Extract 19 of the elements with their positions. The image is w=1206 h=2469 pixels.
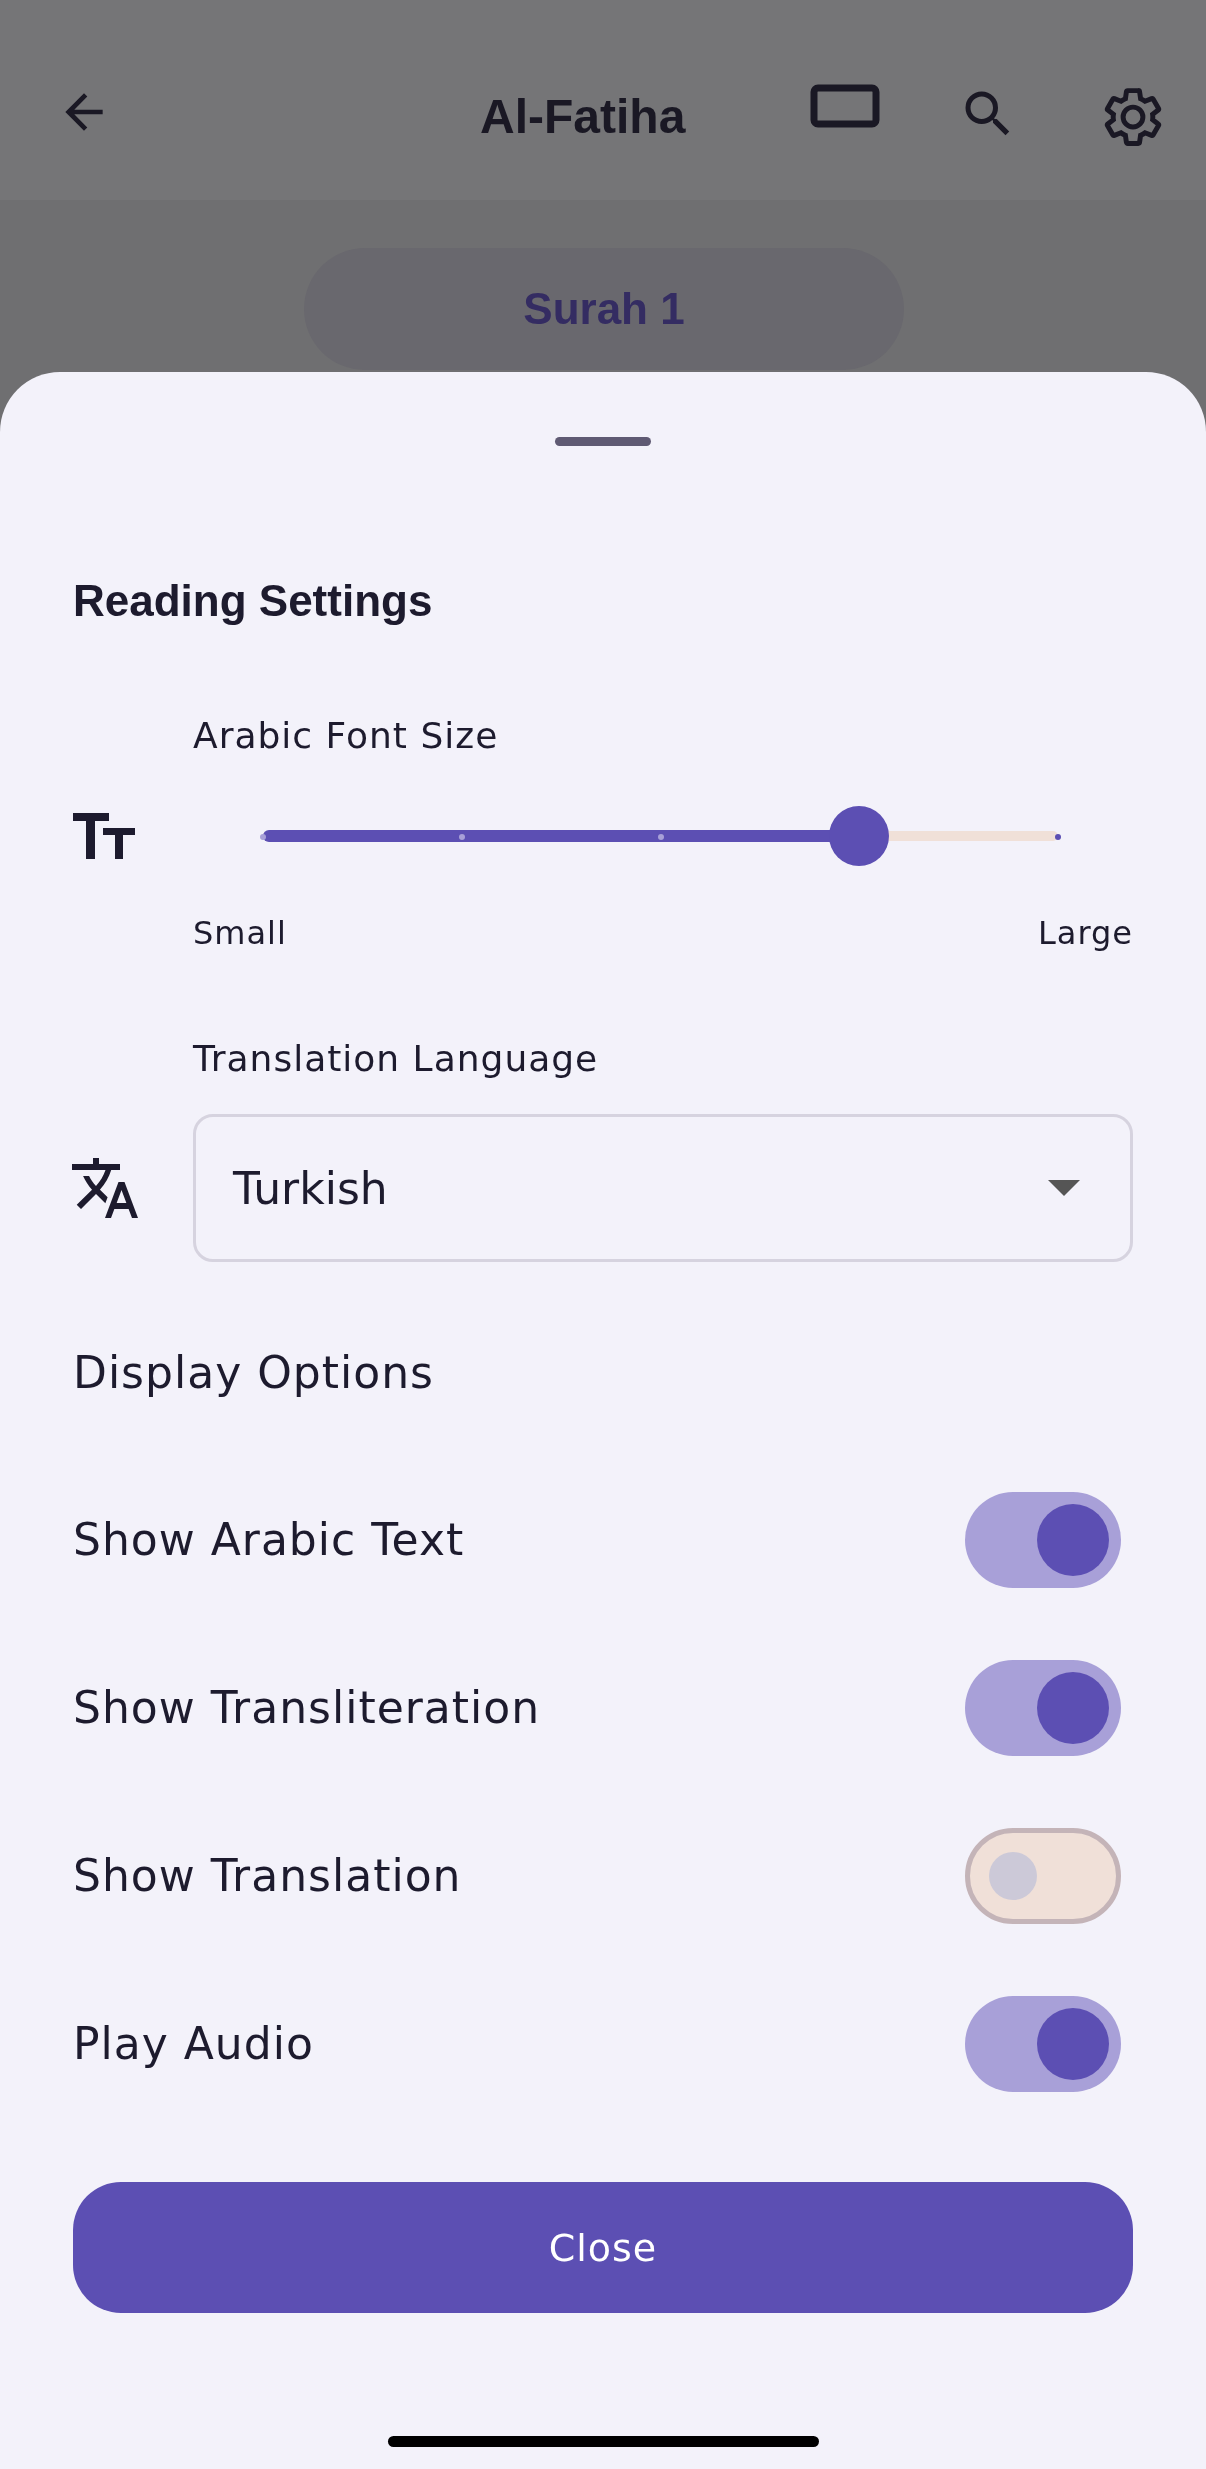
screen-title: Al-Fatiha <box>480 89 686 145</box>
option-label: Show Translation <box>73 1849 462 1903</box>
slider-min-label: Small <box>193 913 287 953</box>
sheet-title: Reading Settings <box>73 575 434 627</box>
language-dropdown[interactable]: Turkish <box>193 1114 1133 1262</box>
setting-label: Arabic Font Size <box>193 714 499 758</box>
font-size-slider[interactable] <box>263 806 1058 866</box>
text-size-icon <box>73 813 135 859</box>
slider-max-label: Large <box>1037 913 1133 953</box>
view-mode-button[interactable] <box>810 84 880 128</box>
option-label: Play Audio <box>73 2017 314 2071</box>
section-heading: Display Options <box>73 1346 435 1400</box>
drag-handle[interactable] <box>555 437 651 446</box>
close-button[interactable]: Close <box>73 2182 1133 2313</box>
option-label: Show Transliteration <box>73 1681 541 1735</box>
rectangle-icon <box>810 84 880 128</box>
option-label: Show Arabic Text <box>73 1513 465 1567</box>
dropdown-caret-icon <box>1048 1180 1080 1196</box>
setting-label: Translation Language <box>193 1037 599 1081</box>
